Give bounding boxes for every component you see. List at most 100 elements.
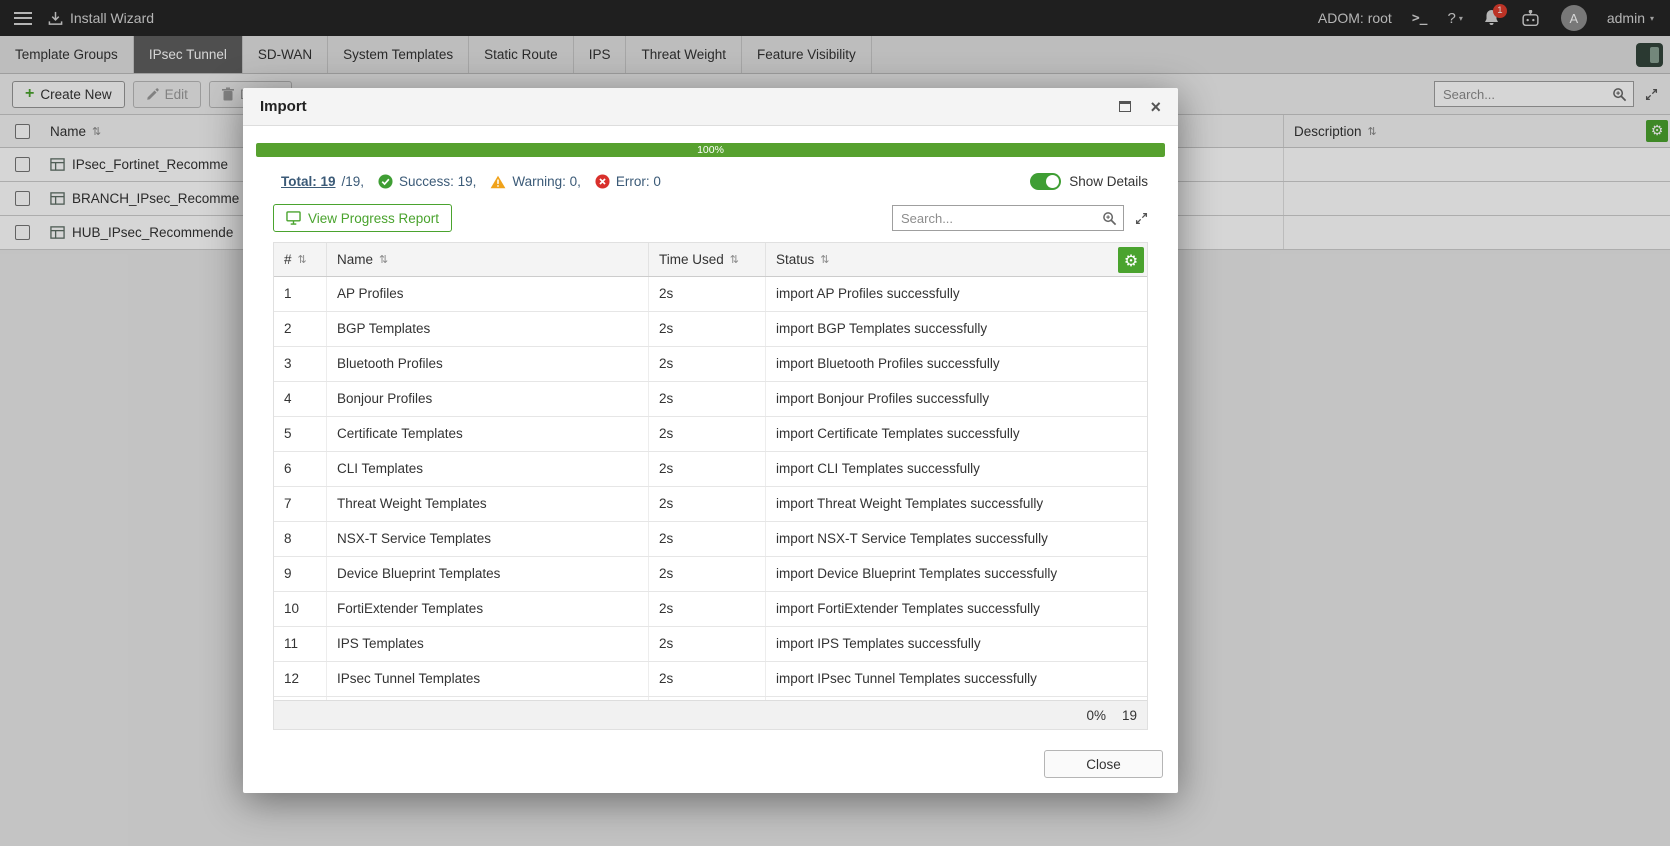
import-row-status: import Bonjour Profiles successfully	[776, 391, 990, 406]
status-column-label: Status	[776, 252, 815, 267]
view-progress-report-button[interactable]: View Progress Report	[273, 204, 453, 232]
import-table-header: # ⇅ Name ⇅ Time Used ⇅ Status ⇅ ⚙	[274, 243, 1147, 277]
maximize-icon[interactable]	[1119, 101, 1132, 112]
import-row-name: QoS Profiles	[327, 697, 649, 700]
import-row: 5 Certificate Templates 2s import Certifica…	[274, 417, 1147, 452]
import-table-footer: 0% 19	[274, 700, 1147, 730]
import-row-name: Bluetooth Profiles	[327, 347, 649, 381]
import-row-name: IPsec Tunnel Templates	[327, 662, 649, 696]
import-row-num: 13	[274, 697, 327, 700]
import-row-time: 2s	[649, 382, 766, 416]
import-row-num: 12	[274, 662, 327, 696]
import-dialog-header: Import ×	[243, 88, 1178, 126]
time-used-column-label: Time Used	[659, 252, 724, 267]
column-settings-button[interactable]: ⚙	[1118, 247, 1144, 273]
import-row: 12 IPsec Tunnel Templates 2s import IPsec T…	[274, 662, 1147, 697]
sort-icon: ⇅	[729, 253, 739, 266]
import-row-status: import QoS Profiles successfully	[766, 697, 1147, 700]
import-stats: Total: 19/19, Success: 19, Warning: 0, E…	[273, 173, 1148, 190]
import-results-table: # ⇅ Name ⇅ Time Used ⇅ Status ⇅ ⚙ 1 AP Profil…	[273, 242, 1148, 730]
show-details-toggle[interactable]	[1030, 173, 1062, 190]
import-row-time: 2s	[649, 452, 766, 486]
num-column-label: #	[284, 252, 292, 267]
import-row-status: import Threat Weight Templates successfu…	[776, 496, 1044, 511]
import-row: 6 CLI Templates 2s import CLI Templates suc…	[274, 452, 1147, 487]
import-row: 1 AP Profiles 2s import AP Profiles success…	[274, 277, 1147, 312]
import-row-num: 1	[274, 277, 327, 311]
import-row-status: import IPS Templates successfully	[776, 636, 981, 651]
name-column-label: Name	[337, 252, 374, 267]
import-row-status: import AP Profiles successfully	[776, 286, 960, 301]
import-search-box	[892, 205, 1124, 231]
import-search-input[interactable]	[893, 206, 1123, 230]
close-button[interactable]: Close	[1044, 750, 1163, 778]
close-icon[interactable]: ×	[1150, 98, 1161, 116]
import-row-time: 2s	[649, 347, 766, 381]
error-label: Error: 0	[615, 174, 661, 189]
import-row-status: import CLI Templates successfully	[776, 461, 980, 476]
import-row-status: import Bluetooth Profiles successfully	[776, 356, 1000, 371]
warning-icon	[490, 175, 506, 189]
import-row-name: IPS Templates	[327, 627, 649, 661]
error-icon	[595, 174, 610, 189]
progress-bar: 100%	[256, 143, 1165, 157]
sort-icon: ⇅	[297, 253, 307, 266]
warning-stat: Warning: 0,	[490, 174, 581, 189]
import-row-name: Certificate Templates	[327, 417, 649, 451]
total-link[interactable]: Total: 19	[281, 174, 336, 189]
view-progress-report-label: View Progress Report	[308, 210, 440, 226]
import-row-num: 9	[274, 557, 327, 591]
expand-search-icon[interactable]	[1135, 212, 1148, 225]
column-header-status[interactable]: Status ⇅	[766, 243, 1147, 276]
import-row: 4 Bonjour Profiles 2s import Bonjour Profil…	[274, 382, 1147, 417]
import-row-num: 6	[274, 452, 327, 486]
import-row-name: AP Profiles	[327, 277, 649, 311]
import-row: 2 BGP Templates 2s import BGP Templates suc…	[274, 312, 1147, 347]
search-icon[interactable]	[1102, 211, 1117, 226]
import-row-status: import NSX-T Service Templates successfu…	[776, 531, 1048, 546]
monitor-icon	[286, 211, 301, 225]
import-row-name: Bonjour Profiles	[327, 382, 649, 416]
import-row: 8 NSX-T Service Templates 2s import NSX-T S…	[274, 522, 1147, 557]
import-row-name: Threat Weight Templates	[327, 487, 649, 521]
import-row-status: import Certificate Templates successfull…	[776, 426, 1020, 441]
import-dialog: Import × 100% Total: 19/19, Success: 19,…	[243, 88, 1178, 793]
scroll-percent: 0%	[1086, 707, 1106, 723]
import-row-num: 2	[274, 312, 327, 346]
import-row-time: 2s	[649, 312, 766, 346]
import-row-name: BGP Templates	[327, 312, 649, 346]
import-dialog-footer: Close	[243, 750, 1178, 793]
import-row-time: 2s	[649, 522, 766, 556]
import-row-num: 11	[274, 627, 327, 661]
total-suffix: /19,	[341, 174, 365, 189]
column-header-name[interactable]: Name ⇅	[327, 243, 649, 276]
import-row-name: NSX-T Service Templates	[327, 522, 649, 556]
total-stat: Total: 19/19,	[281, 174, 364, 189]
show-details-label: Show Details	[1069, 174, 1148, 189]
success-label: Success: 19,	[399, 174, 477, 189]
import-row-status: import BGP Templates successfully	[776, 321, 988, 336]
import-row-status: import Device Blueprint Templates succes…	[776, 566, 1058, 581]
warning-label: Warning: 0,	[512, 174, 581, 189]
import-row-status: import IPsec Tunnel Templates successful…	[776, 671, 1037, 686]
import-row: 10 FortiExtender Templates 2s import FortiE…	[274, 592, 1147, 627]
success-stat: Success: 19,	[378, 174, 476, 189]
show-details-control: Show Details	[1030, 173, 1148, 190]
import-row-name: CLI Templates	[327, 452, 649, 486]
column-header-num[interactable]: # ⇅	[274, 243, 327, 276]
import-row-time: 2s	[649, 697, 766, 700]
import-row: 3 Bluetooth Profiles 2s import Bluetooth Pr…	[274, 347, 1147, 382]
import-row: 13QoS Profiles2simport QoS Profiles succ…	[274, 697, 1147, 700]
dialog-title: Import	[260, 98, 307, 115]
column-header-time-used[interactable]: Time Used ⇅	[649, 243, 766, 276]
import-row-time: 2s	[649, 592, 766, 626]
import-row-status: import FortiExtender Templates successfu…	[776, 601, 1040, 616]
import-row-name: Device Blueprint Templates	[327, 557, 649, 591]
import-row-num: 3	[274, 347, 327, 381]
import-dialog-toolbar: View Progress Report	[273, 204, 1148, 232]
import-row-time: 2s	[649, 627, 766, 661]
import-row-time: 2s	[649, 277, 766, 311]
import-row-name: FortiExtender Templates	[327, 592, 649, 626]
import-row: 7 Threat Weight Templates 2s import Threat …	[274, 487, 1147, 522]
import-row-time: 2s	[649, 417, 766, 451]
